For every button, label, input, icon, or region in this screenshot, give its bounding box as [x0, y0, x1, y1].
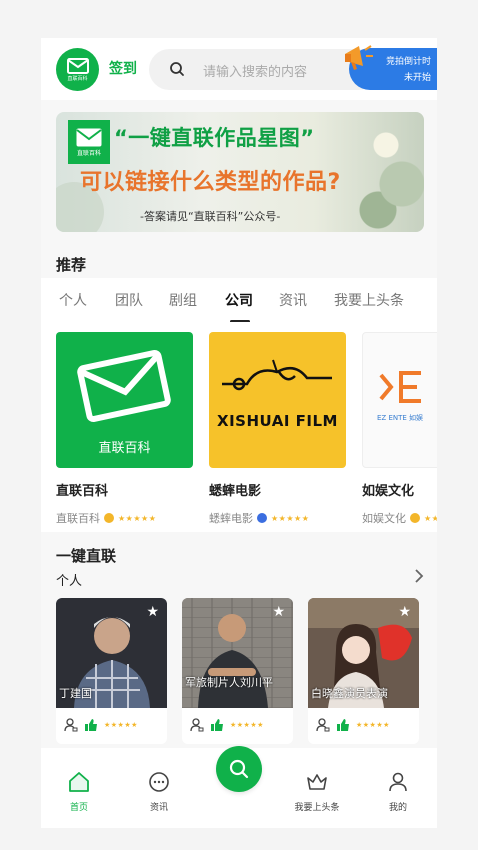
megaphone-icon: [345, 45, 373, 70]
one-key-subtitle: 个人: [56, 574, 83, 589]
user-link-icon[interactable]: [316, 718, 330, 732]
tab-individual[interactable]: 个人: [59, 290, 87, 310]
nav-news[interactable]: 资讯: [129, 770, 189, 813]
rating-stars: ★★★★★: [356, 721, 390, 729]
person-card-actions: ★★★★★: [190, 718, 264, 732]
company-card-caption: 直联百科: [98, 441, 151, 456]
person-card-actions: ★★★★★: [316, 718, 390, 732]
cricket-logo-icon: [222, 359, 332, 391]
person-card[interactable]: ★ 军旅制片人刘川平 ★★★★★: [182, 598, 293, 744]
signin-button[interactable]: 签到: [109, 58, 137, 78]
search-icon: [170, 62, 184, 76]
nav-news-label: 资讯: [149, 803, 168, 813]
nav-profile-label: 我的: [388, 803, 407, 813]
person-name: 军旅制片人刘川平: [185, 676, 273, 689]
rating-stars: ★★★★★: [271, 513, 310, 523]
company-card-sub-label: 蟋蟀电影: [209, 512, 253, 525]
favorite-star-icon[interactable]: ★: [398, 604, 411, 620]
app-logo[interactable]: 直联百科: [56, 48, 99, 91]
company-card-caption: XISHUAI FILM: [217, 412, 338, 430]
user-icon: [389, 772, 407, 792]
one-key-title: 一键直联: [56, 547, 117, 565]
nav-profile[interactable]: 我的: [368, 770, 428, 813]
company-card-name: 直联百科: [56, 484, 109, 499]
company-card-caption: EZ ENTE 如娱: [377, 414, 424, 422]
rating-stars: ★★★★★: [230, 721, 264, 729]
search-placeholder: 请输入搜索的内容: [203, 65, 308, 80]
banner-question: 可以链接什么类型的作品?: [80, 170, 341, 195]
company-card-sub: 蟋蟀电影 ★★★★★: [209, 510, 309, 526]
company-card-image: 直联百科: [56, 332, 193, 468]
user-link-icon[interactable]: [190, 718, 204, 732]
person-card-actions: ★★★★★: [64, 718, 138, 732]
company-card-list: 直联百科 直联百科 直联百科 ★★★★★ XISHUAI FILM 蟋蟀电影 蟋…: [41, 322, 437, 532]
company-card-sub: 直联百科 ★★★★★: [56, 510, 156, 526]
tab-news[interactable]: 资讯: [279, 290, 307, 310]
banner-plant-decor: [354, 112, 424, 232]
favorite-star-icon[interactable]: ★: [272, 604, 285, 620]
company-card[interactable]: XISHUAI FILM 蟋蟀电影 蟋蟀电影 ★★★★★: [209, 332, 346, 525]
banner-headline: “一键直联作品星图”: [114, 126, 315, 150]
nav-home-label: 首页: [69, 803, 88, 813]
tab-headline[interactable]: 我要上头条: [334, 290, 404, 310]
person-name: 白晓鑫演员表演: [311, 687, 388, 700]
promo-banner[interactable]: 直联百科 “一键直联作品星图” 可以链接什么类型的作品? -答案请见“直联百科”…: [56, 112, 424, 232]
person-card[interactable]: ★ 丁建国 ★★★★★: [56, 598, 167, 744]
tab-team[interactable]: 团队: [115, 290, 143, 310]
recommend-title: 推荐: [56, 256, 87, 274]
logo-caption: 直联百科: [67, 75, 88, 82]
auction-status: 未开始: [403, 73, 431, 83]
bottom-nav: 首页 资讯 我要上头条 我的: [41, 746, 437, 828]
rating-stars: ★★★★★: [424, 513, 437, 523]
company-card-image: EZ ENTE 如娱: [362, 332, 437, 468]
verified-badge-icon: [257, 513, 267, 523]
search-icon: [229, 759, 249, 779]
app-screen: 直联百科 签到 请输入搜索的内容 竞拍倒计时 未开始 直联百科 “一键直联作品星…: [41, 38, 437, 828]
nav-headline-label: 我要上头条: [294, 803, 340, 813]
thumbs-up-icon[interactable]: [336, 718, 350, 732]
chat-icon: [149, 772, 169, 792]
nav-search-button[interactable]: [216, 746, 262, 792]
thumbs-up-icon[interactable]: [210, 718, 224, 732]
company-card[interactable]: EZ ENTE 如娱 如娱文化 如娱文化 ★★★★★: [362, 332, 437, 525]
banner-logo-caption: 直联百科: [76, 149, 101, 157]
user-link-icon[interactable]: [64, 718, 78, 732]
envelope-icon: [66, 57, 89, 74]
tab-company[interactable]: 公司: [225, 290, 253, 310]
nav-headline[interactable]: 我要上头条: [287, 770, 347, 813]
ez-logo-icon: [379, 371, 421, 403]
person-card[interactable]: ★ 白晓鑫演员表演 ★★★★★: [308, 598, 419, 744]
crown-icon: [307, 774, 327, 790]
top-bar: 直联百科 签到 请输入搜索的内容 竞拍倒计时 未开始: [41, 38, 437, 100]
tab-crew[interactable]: 剧组: [169, 290, 197, 310]
envelope-icon: [77, 349, 171, 423]
favorite-star-icon[interactable]: ★: [146, 604, 159, 620]
home-icon: [69, 772, 89, 792]
company-card-sub: 如娱文化 ★★★★★: [362, 510, 437, 526]
thumbs-up-icon[interactable]: [84, 718, 98, 732]
auction-countdown-label: 竞拍倒计时: [385, 57, 431, 67]
company-card-name: 蟋蟀电影: [209, 484, 262, 499]
company-card-sub-label: 直联百科: [56, 512, 100, 525]
person-name: 丁建国: [59, 687, 92, 700]
envelope-icon: [76, 128, 102, 146]
verified-badge-icon: [104, 513, 114, 523]
banner-logo: 直联百科: [68, 120, 110, 164]
company-card-image: XISHUAI FILM: [209, 332, 346, 468]
recommend-tabs: 个人 团队 剧组 公司 资讯 我要上头条: [41, 278, 437, 323]
company-card-name: 如娱文化: [362, 484, 415, 499]
chevron-right-icon[interactable]: [413, 568, 425, 584]
rating-stars: ★★★★★: [104, 721, 138, 729]
verified-badge-icon: [410, 513, 420, 523]
company-card-sub-label: 如娱文化: [362, 512, 406, 525]
nav-home[interactable]: 首页: [49, 770, 109, 813]
banner-footnote: -答案请见“直联百科”公众号-: [140, 210, 281, 223]
rating-stars: ★★★★★: [118, 513, 157, 523]
company-card[interactable]: 直联百科 直联百科 直联百科 ★★★★★: [56, 332, 193, 525]
